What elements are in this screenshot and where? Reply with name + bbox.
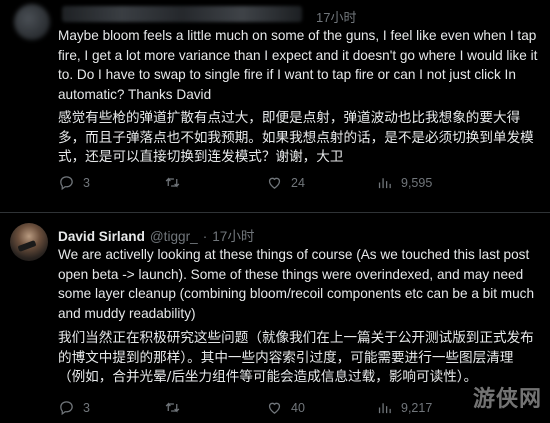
repost-icon: [165, 177, 180, 188]
tweet-text-english: We are activelly looking at these things…: [58, 247, 535, 321]
reply-button[interactable]: 3: [58, 399, 90, 416]
reply-icon: [60, 176, 73, 191]
views-count: 9,595: [401, 175, 433, 190]
repost-button[interactable]: [164, 174, 189, 191]
views-button[interactable]: 9,217: [376, 399, 432, 416]
views-icon: [378, 178, 391, 189]
tweet-1: 17小时 Maybe bloom feels a little much on …: [0, 0, 550, 212]
author-name[interactable]: David Sirland: [58, 229, 145, 244]
like-count: 24: [291, 175, 305, 190]
reply-count: 3: [83, 400, 90, 415]
like-button[interactable]: 40: [266, 399, 305, 416]
tweet-actions: 3 40 9,217: [58, 399, 538, 419]
tweet-header: David Sirland @tiggr_ · 17小时: [58, 225, 255, 245]
views-icon: [378, 403, 391, 414]
reply-icon: [60, 401, 73, 416]
separator: ·: [202, 229, 208, 244]
reply-count: 3: [83, 175, 90, 190]
tweet-actions: 3 24 9,595: [58, 174, 538, 194]
repost-button[interactable]: [164, 399, 189, 416]
tweet-text-chinese: 我们当然正在积极研究这些问题（就像我们在上一篇关于公开测试版到正式发布的博文中提…: [58, 330, 534, 385]
like-button[interactable]: 24: [266, 174, 305, 191]
avatar-redacted[interactable]: [14, 4, 50, 40]
author-handle[interactable]: @tiggr_: [150, 229, 198, 244]
like-icon: [268, 402, 281, 414]
tweet-text-chinese: 感觉有些枪的弹道扩散有点过大，即便是点射，弹道波动也比我想象的要大得多，而且子弹…: [58, 110, 534, 165]
site-watermark: 游侠网: [472, 387, 542, 412]
views-button[interactable]: 9,595: [376, 174, 432, 191]
repost-icon: [165, 402, 180, 413]
tweet-time[interactable]: 17小时: [316, 7, 356, 26]
avatar[interactable]: [10, 223, 48, 261]
reply-button[interactable]: 3: [58, 174, 90, 191]
like-icon: [268, 177, 281, 189]
author-redacted: [62, 6, 302, 22]
like-count: 40: [291, 400, 305, 415]
tweet-text-english: Maybe bloom feels a little much on some …: [58, 28, 538, 102]
tweet-2: David Sirland @tiggr_ · 17小时 We are acti…: [0, 212, 550, 423]
tweet-time[interactable]: 17小时: [212, 225, 254, 245]
views-count: 9,217: [401, 400, 433, 415]
